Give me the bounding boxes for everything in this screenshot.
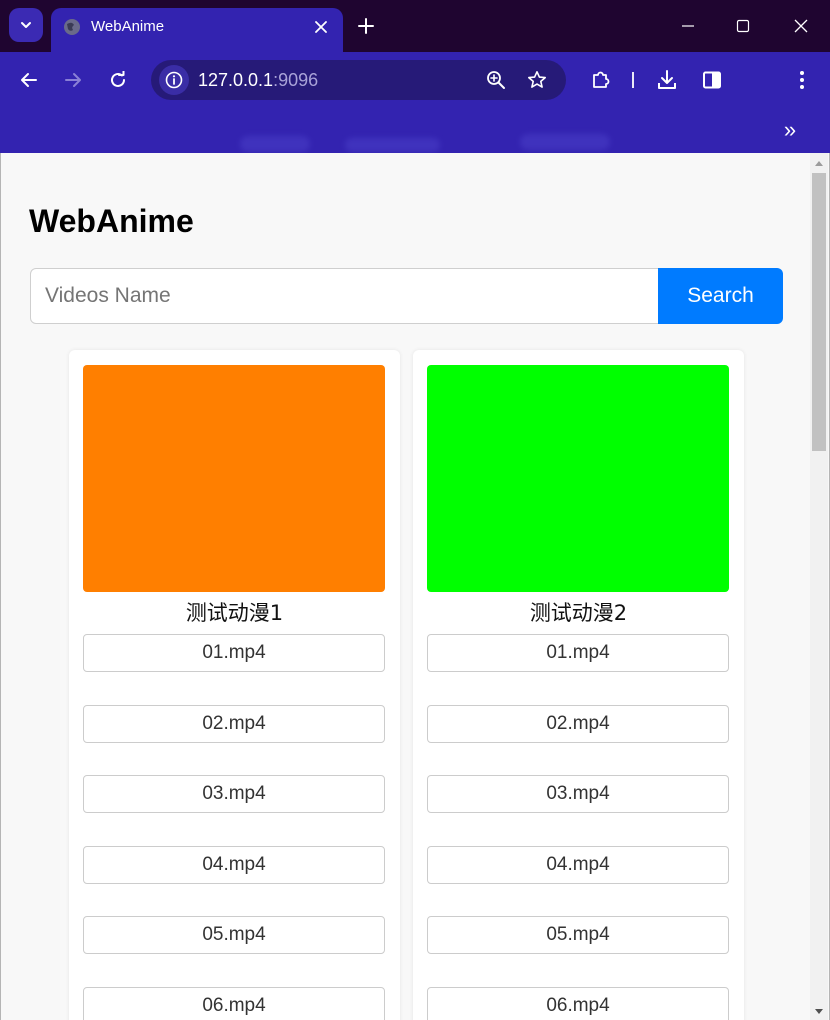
star-icon <box>528 71 546 88</box>
search-button[interactable]: Search <box>658 268 783 324</box>
reload-icon <box>111 71 125 87</box>
tab-webanime[interactable]: WebAnime <box>51 8 343 52</box>
toolbar-divider <box>632 72 634 88</box>
bookmarks-overflow-button[interactable]: » <box>776 116 804 144</box>
anime-title: 测试动漫2 <box>529 601 628 625</box>
side-panel-icon <box>703 71 721 89</box>
new-tab-button[interactable] <box>354 14 378 38</box>
episode-button[interactable]: 02.mp4 <box>427 704 729 743</box>
page-title: WebAnime <box>29 203 194 239</box>
reload-button[interactable] <box>104 66 132 94</box>
side-panel-button[interactable] <box>698 66 726 94</box>
episode-button[interactable]: 06.mp4 <box>427 987 729 1020</box>
info-icon <box>165 71 183 89</box>
url-host: 127.0.0.1 <box>198 70 274 90</box>
anime-cover-image[interactable] <box>83 365 385 592</box>
more-vertical-icon <box>800 71 804 89</box>
close-icon <box>794 19 808 33</box>
episode-button[interactable]: 05.mp4 <box>83 916 385 955</box>
browser-menu-button[interactable] <box>788 66 816 94</box>
url-port: :9096 <box>273 70 319 90</box>
zoom-in-icon <box>487 71 505 89</box>
scrollbar-thumb[interactable] <box>812 173 826 451</box>
browser-toolbar: 127.0.0.1:9096 <box>0 52 830 108</box>
bookmark-star-button[interactable] <box>523 66 551 94</box>
episode-button[interactable]: 03.mp4 <box>83 775 385 814</box>
page-viewport: WebAnime Search 测试动漫1 01.mp4 02.mp4 03.mp4 0… <box>0 153 830 1020</box>
arrow-right-icon <box>65 73 81 87</box>
plus-icon <box>358 18 374 34</box>
address-bar[interactable]: 127.0.0.1:9096 <box>151 60 566 100</box>
minimize-button[interactable] <box>673 12 703 40</box>
page-scrollbar[interactable] <box>810 153 828 1020</box>
blurred-bookmark <box>240 136 310 152</box>
blurred-bookmark <box>520 134 610 150</box>
scroll-down-arrow-icon[interactable] <box>815 1009 823 1014</box>
episode-button[interactable]: 06.mp4 <box>83 987 385 1020</box>
downloads-button[interactable] <box>653 66 681 94</box>
episode-button[interactable]: 02.mp4 <box>83 704 385 743</box>
episode-button[interactable]: 05.mp4 <box>427 916 729 955</box>
maximize-button[interactable] <box>728 12 758 40</box>
puzzle-icon <box>593 71 610 88</box>
blurred-bookmark <box>345 138 440 152</box>
episode-button[interactable]: 03.mp4 <box>427 775 729 814</box>
tab-search-button[interactable] <box>9 8 43 42</box>
back-button[interactable] <box>15 66 43 94</box>
globe-icon <box>64 19 80 35</box>
search-input[interactable] <box>30 268 659 324</box>
maximize-icon <box>736 19 750 33</box>
tab-strip: WebAnime <box>0 0 830 52</box>
close-icon <box>315 21 327 33</box>
episode-button[interactable]: 01.mp4 <box>83 634 385 672</box>
chevron-down-icon <box>21 22 31 28</box>
scroll-up-arrow-icon[interactable] <box>815 161 823 166</box>
anime-card: 测试动漫2 01.mp4 02.mp4 03.mp4 04.mp4 05.mp4 06.mp… <box>413 350 744 1020</box>
anime-cover-image[interactable] <box>427 365 729 592</box>
episode-button[interactable]: 01.mp4 <box>427 634 729 672</box>
episode-button[interactable]: 04.mp4 <box>427 845 729 884</box>
tab-title: WebAnime <box>91 18 165 35</box>
download-icon <box>658 70 676 89</box>
anime-title: 测试动漫1 <box>185 601 284 625</box>
zoom-button[interactable] <box>482 66 510 94</box>
episode-button[interactable]: 04.mp4 <box>83 845 385 884</box>
arrow-left-icon <box>21 73 37 87</box>
extensions-button[interactable] <box>587 66 615 94</box>
forward-button[interactable] <box>59 66 87 94</box>
anime-card: 测试动漫1 01.mp4 02.mp4 03.mp4 04.mp4 05.mp4 06.mp… <box>69 350 400 1020</box>
url-text: 127.0.0.1:9096 <box>198 70 318 90</box>
bookmarks-bar: » <box>0 108 830 153</box>
site-info-button[interactable] <box>159 65 189 95</box>
tab-close-button[interactable] <box>311 17 331 37</box>
minimize-icon <box>682 25 694 27</box>
close-window-button[interactable] <box>786 12 816 40</box>
